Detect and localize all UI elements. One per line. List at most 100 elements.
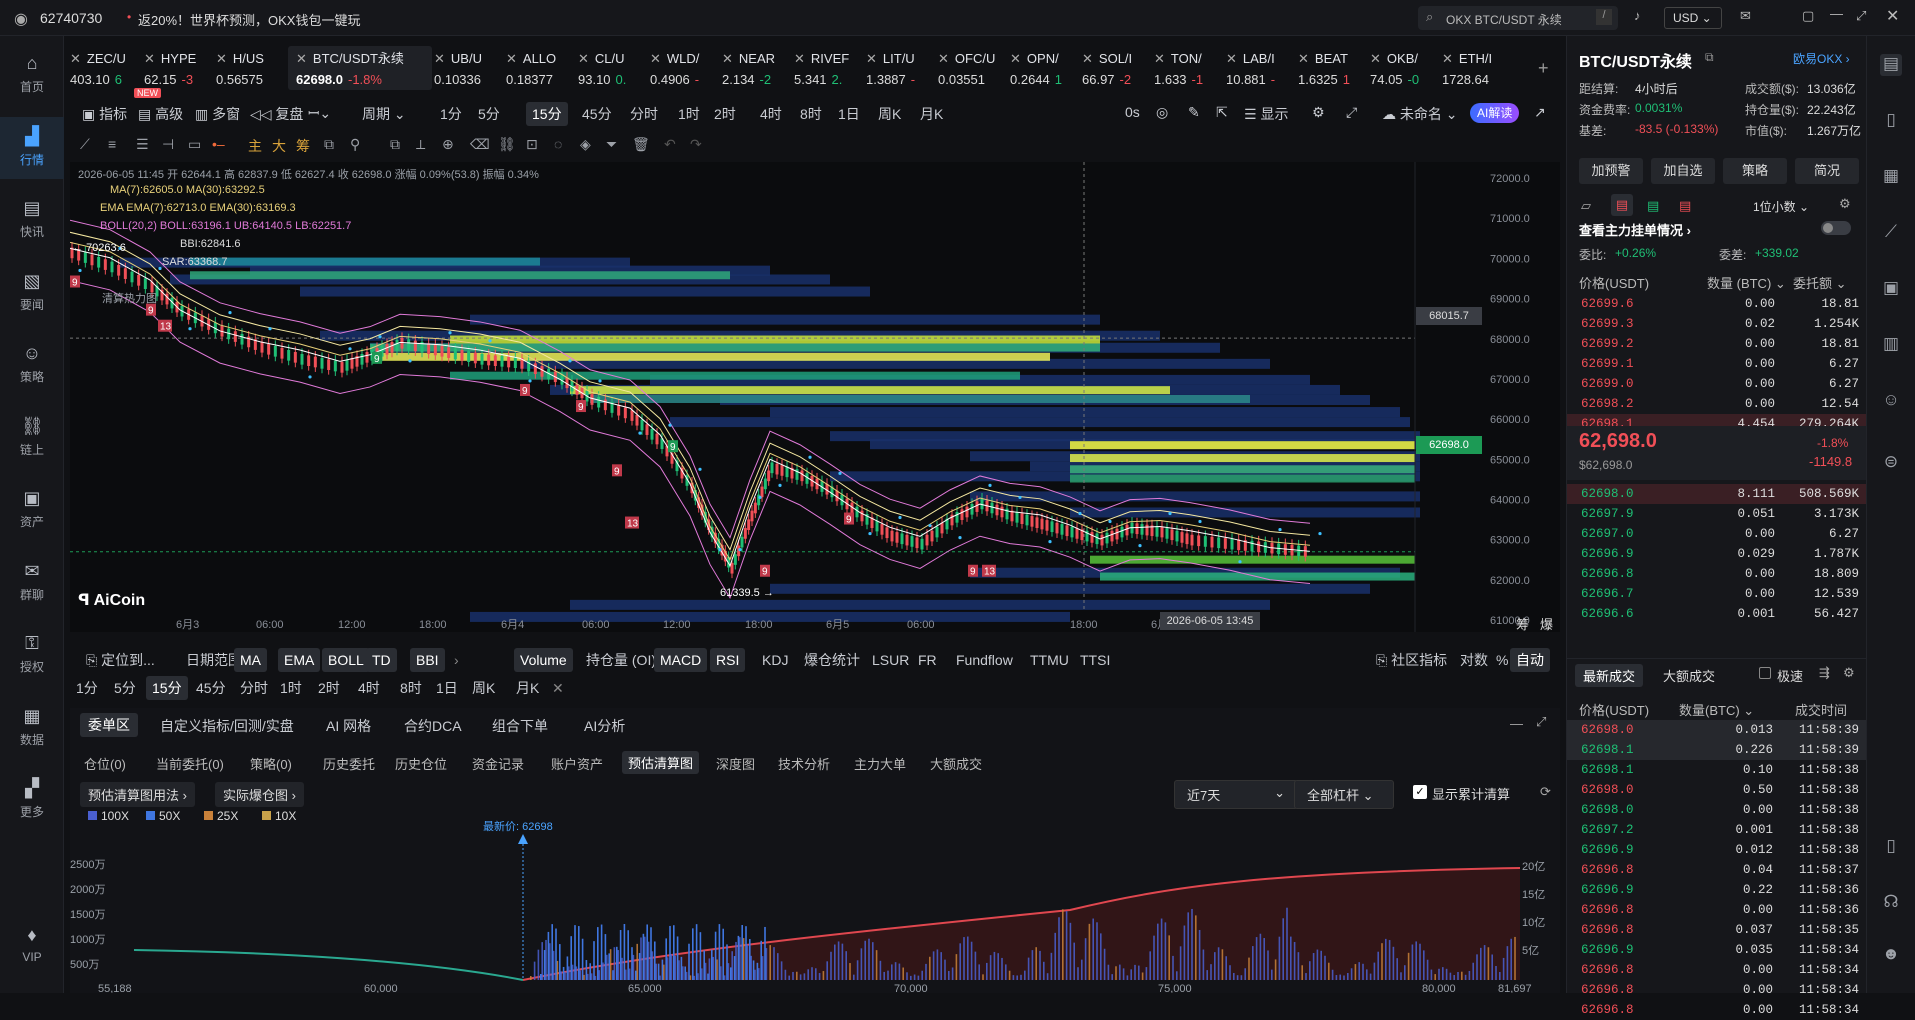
tab-big-trades[interactable]: 大额成交	[1663, 666, 1715, 685]
trade-settings-icon[interactable]: ⚙	[1843, 665, 1855, 681]
book-header-amt[interactable]: 委托额 ⌄	[1793, 273, 1847, 292]
sub-indicator-9[interactable]: TTMU	[1024, 648, 1075, 672]
close-tab-icon[interactable]: ✕	[722, 51, 733, 66]
symbol-tab[interactable]: ✕ BEAT 1.6325 1	[1298, 46, 1368, 90]
timeframe2-4[interactable]: 分时	[234, 676, 274, 700]
show-button[interactable]: ☰ 显示	[1244, 104, 1288, 124]
nav-item-5[interactable]: ⛓ 链上	[0, 407, 64, 469]
timeframe2-5[interactable]: 1时	[274, 676, 308, 700]
nav-item-11[interactable]: ♦ VIP	[0, 916, 64, 978]
action-button-1[interactable]: 加自选	[1651, 158, 1715, 184]
action-button-3[interactable]: 简况	[1795, 158, 1859, 184]
trade-header-qty[interactable]: 数量(BTC) ⌄	[1679, 700, 1754, 719]
replay-button[interactable]: ◁◁ 复盘	[250, 104, 303, 124]
timeframe2-6[interactable]: 2时	[312, 676, 346, 700]
symbol-tab[interactable]: ✕ NEAR 2.134 -2	[722, 46, 792, 90]
symbol-tab[interactable]: ✕ WLD/0.4906-	[650, 46, 720, 90]
close-tf2-icon[interactable]: ✕	[546, 676, 570, 700]
close-tab-icon[interactable]: ✕	[650, 51, 661, 66]
ai-interpret-button[interactable]: AI解读	[1470, 103, 1520, 123]
main-indicator-ema[interactable]: EMA	[278, 648, 321, 672]
timeframe2-3[interactable]: 45分	[190, 676, 232, 700]
main-indicator-bbi[interactable]: BBI	[410, 648, 445, 672]
bottom-tab-4[interactable]: 组合下单	[492, 716, 548, 736]
close-tab-icon[interactable]: ✕	[434, 51, 445, 66]
bottom-subtab-2[interactable]: 策略(0)	[250, 754, 292, 773]
book-row[interactable]: 62697.0 0.00 6.27	[1567, 524, 1867, 544]
action-button-0[interactable]: 加预警	[1579, 158, 1643, 184]
advanced-button[interactable]: ▤ 高级	[138, 104, 183, 124]
liq-howto-button[interactable]: 预估清算图用法 ›	[80, 782, 195, 807]
book-row[interactable]: 62696.7 0.00 12.539	[1567, 584, 1867, 604]
sub-indicator-6[interactable]: LSUR	[866, 648, 915, 672]
trendline-icon[interactable]: ⟋	[80, 136, 90, 153]
locate-button[interactable]: ⎘ 定位到...	[80, 648, 161, 672]
book-row[interactable]: 62696.9 0.029 1.787K	[1567, 544, 1867, 564]
camera-icon[interactable]: ◎	[1156, 104, 1168, 121]
timeframe-7[interactable]: 4时	[760, 104, 782, 124]
timeframe2-8[interactable]: 8时	[394, 676, 428, 700]
close-icon[interactable]: ✕	[1886, 6, 1899, 26]
timeframe-3[interactable]: 45分	[582, 104, 612, 124]
main-indicator-boll[interactable]: BOLL	[322, 648, 370, 672]
timeframe2-11[interactable]: 月K	[510, 676, 545, 700]
sub-indicator-10[interactable]: TTSI	[1074, 648, 1116, 672]
rect-icon[interactable]: ▭	[188, 136, 201, 153]
close-tab-icon[interactable]: ✕	[1082, 51, 1093, 66]
close-tab-icon[interactable]: ✕	[1442, 51, 1453, 66]
timeframe-11[interactable]: 月K	[920, 104, 943, 124]
bottom-subtab-4[interactable]: 历史仓位	[395, 754, 447, 773]
chart-canvas[interactable]: 72000.0 71000.0 70000.0 69000.0 68000.0 67000…	[70, 162, 1560, 632]
book-row[interactable]: 62699.2 0.00 18.81	[1567, 334, 1867, 354]
bottom-subtab-0[interactable]: 仓位(0)	[84, 754, 126, 773]
refresh-icon[interactable]: ⟳	[1540, 784, 1551, 800]
tab-latest-trades[interactable]: 最新成交	[1575, 664, 1644, 687]
share-icon[interactable]: ↗	[1534, 104, 1546, 121]
nav-item-0[interactable]: ⌂ 首页	[0, 44, 64, 106]
orderbook-icon[interactable]: ▤	[1880, 54, 1902, 76]
sub-indicator-7[interactable]: FR	[912, 648, 943, 672]
bottom-subtab-1[interactable]: 当前委托(0)	[156, 754, 224, 773]
nav-item-2[interactable]: ▤ 快讯	[0, 189, 64, 251]
symbol-tab[interactable]: ✕ UB/U 0.10336	[434, 46, 504, 90]
book-row[interactable]: 62696.8 0.00 18.809	[1567, 564, 1867, 584]
book-row[interactable]: 62698.2 0.00 12.54	[1567, 394, 1867, 414]
period-select[interactable]: 周期 ⌄	[362, 104, 406, 124]
timeframe2-7[interactable]: 4时	[352, 676, 386, 700]
main-indicator-ma[interactable]: MA	[234, 648, 267, 672]
auto-toggle[interactable]: 自动	[1510, 648, 1550, 672]
bottom-subtab-3[interactable]: 历史委托	[323, 754, 375, 773]
trend-icon[interactable]: ⟋	[1880, 222, 1902, 244]
actual-liq-button[interactable]: 实际爆仓图 ›	[215, 782, 304, 807]
sub-indicator-1[interactable]: 持仓量 (OI)	[580, 648, 662, 672]
nav-item-4[interactable]: ☺ 策略	[0, 334, 64, 396]
book-row[interactable]: 62696.6 0.001 56.427	[1567, 604, 1867, 624]
exchange-icon[interactable]: ⊜	[1880, 452, 1902, 474]
chips-icon[interactable]: 筹	[296, 136, 310, 156]
bottom-subtab-10[interactable]: 主力大单	[854, 754, 906, 773]
whale-link[interactable]: 查看主力挂单情况 ›	[1579, 220, 1691, 239]
magnet-icon[interactable]: ⚲	[350, 136, 360, 153]
sub-indicator-4[interactable]: KDJ	[756, 648, 794, 672]
sub-indicator-3[interactable]: RSI	[710, 648, 746, 672]
channel-icon[interactable]: ☰	[136, 136, 149, 153]
hline-icon[interactable]: ≡	[108, 136, 116, 152]
decimals-select[interactable]: 1位小数 ⌄	[1753, 198, 1809, 215]
headset-icon[interactable]: ☊	[1880, 892, 1902, 914]
bottom-subtab-5[interactable]: 资金记录	[472, 754, 524, 773]
expand-panel-icon[interactable]: ⤢	[1536, 714, 1546, 730]
book-row[interactable]: 62699.1 0.00 6.27	[1567, 354, 1867, 374]
bottom-tab-3[interactable]: 合约DCA	[404, 716, 462, 736]
book-bids-icon[interactable]: ▤	[1647, 198, 1659, 214]
liq-corner[interactable]: 爆	[1540, 614, 1553, 632]
symbol-tab[interactable]: ✕ OFC/U 0.03551	[938, 46, 1008, 90]
close-tab-icon[interactable]: ✕	[216, 51, 227, 66]
close-tab-icon[interactable]: ✕	[1370, 51, 1381, 66]
add-tab-icon[interactable]: +	[1538, 58, 1549, 79]
close-tab-icon[interactable]: ✕	[144, 51, 155, 66]
maximize-icon[interactable]: ⤢	[1856, 8, 1866, 24]
calc-icon[interactable]: ▦	[1880, 166, 1902, 188]
symbol-tab[interactable]: ✕ OPN/0.2644 1	[1010, 46, 1080, 90]
trash-icon[interactable]: 🗑	[632, 136, 650, 153]
timeframe-10[interactable]: 周K	[878, 104, 901, 124]
